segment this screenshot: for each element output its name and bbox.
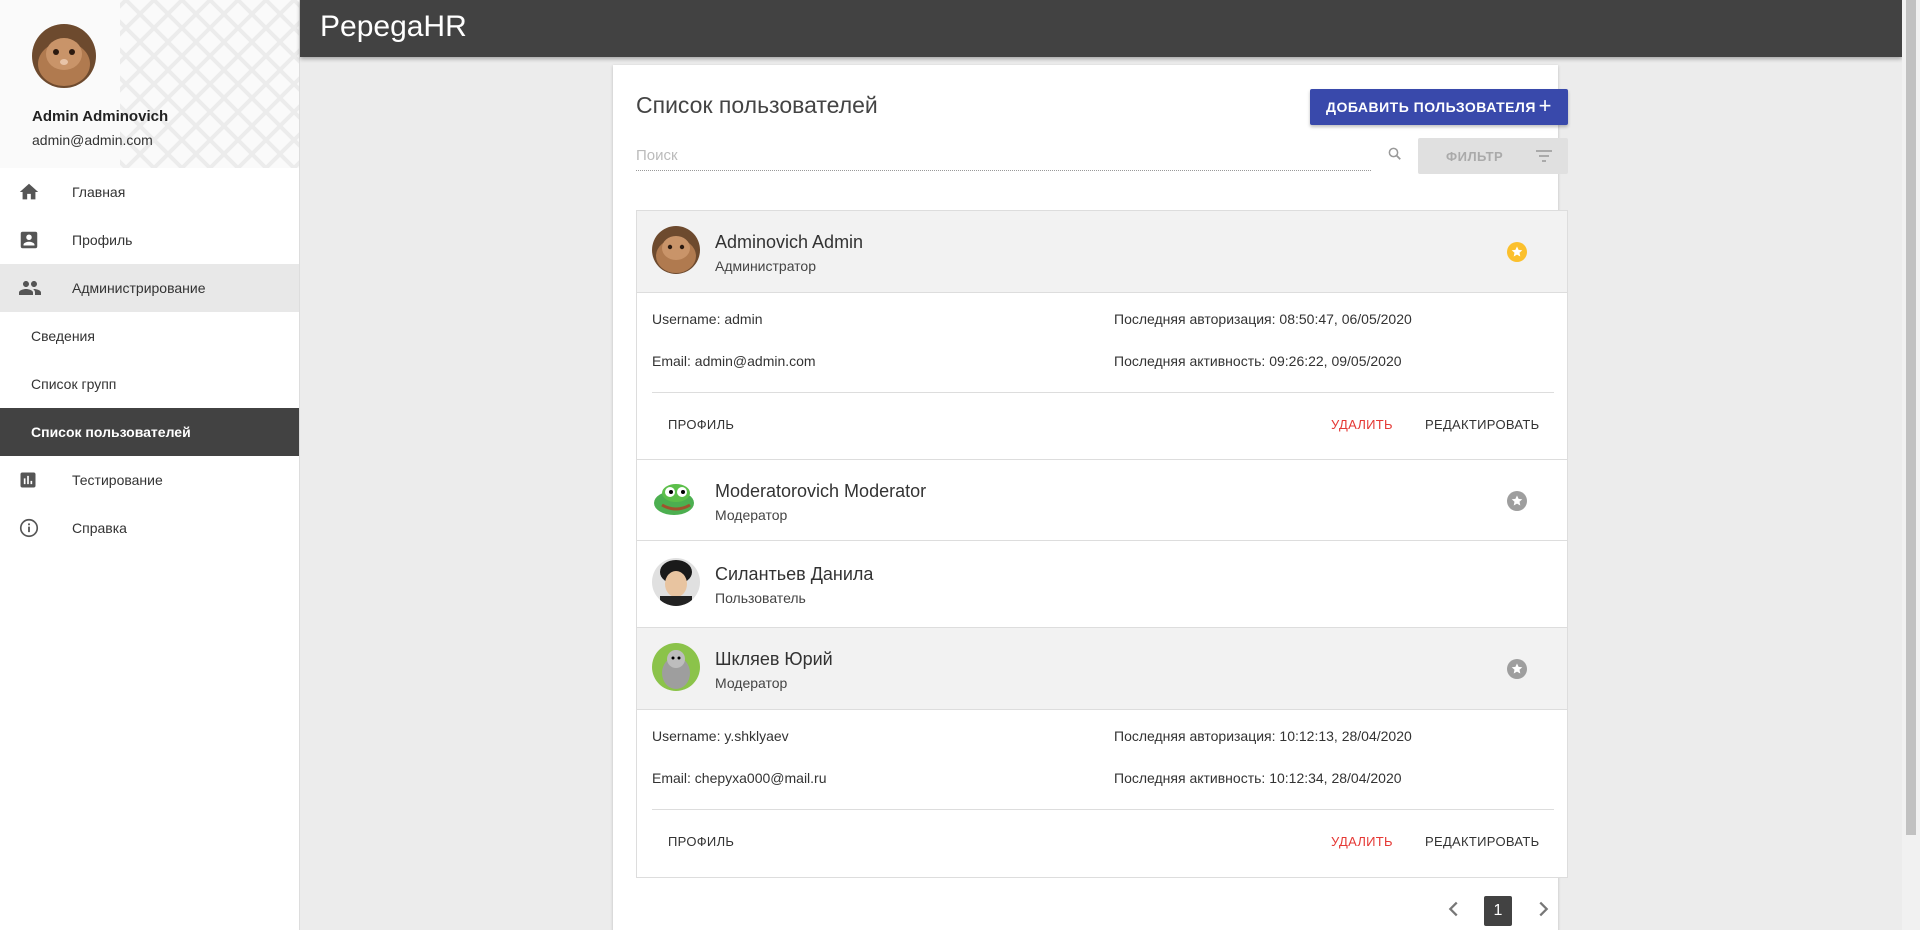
page-title: Список пользователей xyxy=(636,92,878,118)
user-row[interactable]: Шкляев Юрий Модератор xyxy=(637,628,1567,710)
user-name: Moderatorovich Moderator xyxy=(715,481,927,501)
last-auth-field: Последняя авторизация: 08:50:47, 06/05/2… xyxy=(1114,311,1412,327)
nav-help[interactable]: Справка xyxy=(0,504,299,552)
search-icon[interactable] xyxy=(1386,145,1404,168)
nav-help-label: Справка xyxy=(72,520,127,536)
star-icon xyxy=(1507,491,1527,516)
avatar xyxy=(652,475,700,523)
add-user-label: ДОБАВИТЬ ПОЛЬЗОВАТЕЛЯ xyxy=(1326,99,1536,115)
filter-icon xyxy=(1536,149,1552,166)
avatar xyxy=(652,226,700,274)
divider xyxy=(652,809,1554,810)
user-name: Шкляев Юрий xyxy=(715,649,833,669)
last-active-field: Последняя активность: 10:12:34, 28/04/20… xyxy=(1114,770,1402,786)
last-auth-field: Последняя авторизация: 10:12:13, 28/04/2… xyxy=(1114,728,1412,744)
user-avatar[interactable] xyxy=(32,24,96,88)
user-list: Adminovich Admin Администратор Username:… xyxy=(636,210,1568,878)
search-input[interactable] xyxy=(636,141,1371,171)
profile-email: admin@admin.com xyxy=(32,132,153,148)
bar-chart-icon xyxy=(0,470,72,490)
plus-icon: + xyxy=(1538,93,1552,118)
nav-sub-groups[interactable]: Список групп xyxy=(0,360,299,408)
avatar xyxy=(652,558,700,606)
nav-testing-label: Тестирование xyxy=(72,472,163,488)
users-card: Список пользователей ДОБАВИТЬ ПОЛЬЗОВАТЕ… xyxy=(613,65,1568,930)
username-field: Username: y.shklyaev xyxy=(652,728,789,744)
edit-button[interactable]: РЕДАКТИРОВАТЬ xyxy=(1425,834,1539,849)
user-name: Силантьев Данила xyxy=(715,564,874,584)
profile-name: Admin Adminovich xyxy=(32,108,169,125)
user-details: Username: y.shklyaev Последняя авторизац… xyxy=(637,710,1567,877)
nav-profile-label: Профиль xyxy=(72,232,133,248)
filter-button[interactable]: ФИЛЬТР xyxy=(1418,138,1568,174)
profile-header: Admin Adminovich admin@admin.com xyxy=(0,0,299,168)
nav-admin-label: Администрирование xyxy=(72,280,206,296)
email-field: Email: admin@admin.com xyxy=(652,353,816,369)
people-icon xyxy=(0,276,72,300)
delete-button[interactable]: УДАЛИТЬ xyxy=(1331,417,1393,432)
email-field: Email: chepyxa000@mail.ru xyxy=(652,770,827,786)
profile-button[interactable]: ПРОФИЛЬ xyxy=(668,417,734,432)
info-icon xyxy=(0,517,72,539)
app-title: PepegaHR xyxy=(320,10,467,43)
nav-sub-info[interactable]: Сведения xyxy=(0,312,299,360)
user-role: Модератор xyxy=(715,675,788,691)
profile-button[interactable]: ПРОФИЛЬ xyxy=(668,834,734,849)
chevron-left-icon[interactable] xyxy=(1443,898,1465,925)
top-app-bar: PepegaHR xyxy=(300,0,1902,57)
edit-button[interactable]: РЕДАКТИРОВАТЬ xyxy=(1425,417,1539,432)
page-number-current[interactable]: 1 xyxy=(1484,896,1512,926)
nav-profile[interactable]: Профиль xyxy=(0,216,299,264)
chevron-right-icon[interactable] xyxy=(1532,898,1554,925)
user-row[interactable]: Moderatorovich Moderator Модератор xyxy=(637,460,1567,541)
add-user-button[interactable]: ДОБАВИТЬ ПОЛЬЗОВАТЕЛЯ + xyxy=(1310,89,1568,125)
user-role: Модератор xyxy=(715,507,788,523)
user-row[interactable]: Adminovich Admin Администратор xyxy=(637,211,1567,293)
account-box-icon xyxy=(0,229,72,251)
scrollbar-thumb[interactable] xyxy=(1906,0,1916,835)
delete-button[interactable]: УДАЛИТЬ xyxy=(1331,834,1393,849)
user-row[interactable]: Силантьев Данила Пользователь xyxy=(637,541,1567,628)
last-active-field: Последняя активность: 09:26:22, 09/05/20… xyxy=(1114,353,1402,369)
nav-admin[interactable]: Администрирование xyxy=(0,264,299,312)
filter-label: ФИЛЬТР xyxy=(1446,148,1504,164)
user-role: Пользователь xyxy=(715,590,806,606)
nav-testing[interactable]: Тестирование xyxy=(0,456,299,504)
user-details: Username: admin Последняя авторизация: 0… xyxy=(637,293,1567,460)
user-name: Adminovich Admin xyxy=(715,232,864,252)
star-icon xyxy=(1507,659,1527,684)
username-field: Username: admin xyxy=(652,311,763,327)
sidebar: Admin Adminovich admin@admin.com Главная… xyxy=(0,0,300,930)
user-role: Администратор xyxy=(715,258,817,274)
home-icon xyxy=(0,181,72,203)
star-icon xyxy=(1507,242,1527,267)
nav-home[interactable]: Главная xyxy=(0,168,299,216)
divider xyxy=(652,392,1554,393)
avatar xyxy=(652,643,700,691)
nav-sub-users[interactable]: Список пользователей xyxy=(0,408,299,456)
nav-home-label: Главная xyxy=(72,184,126,200)
